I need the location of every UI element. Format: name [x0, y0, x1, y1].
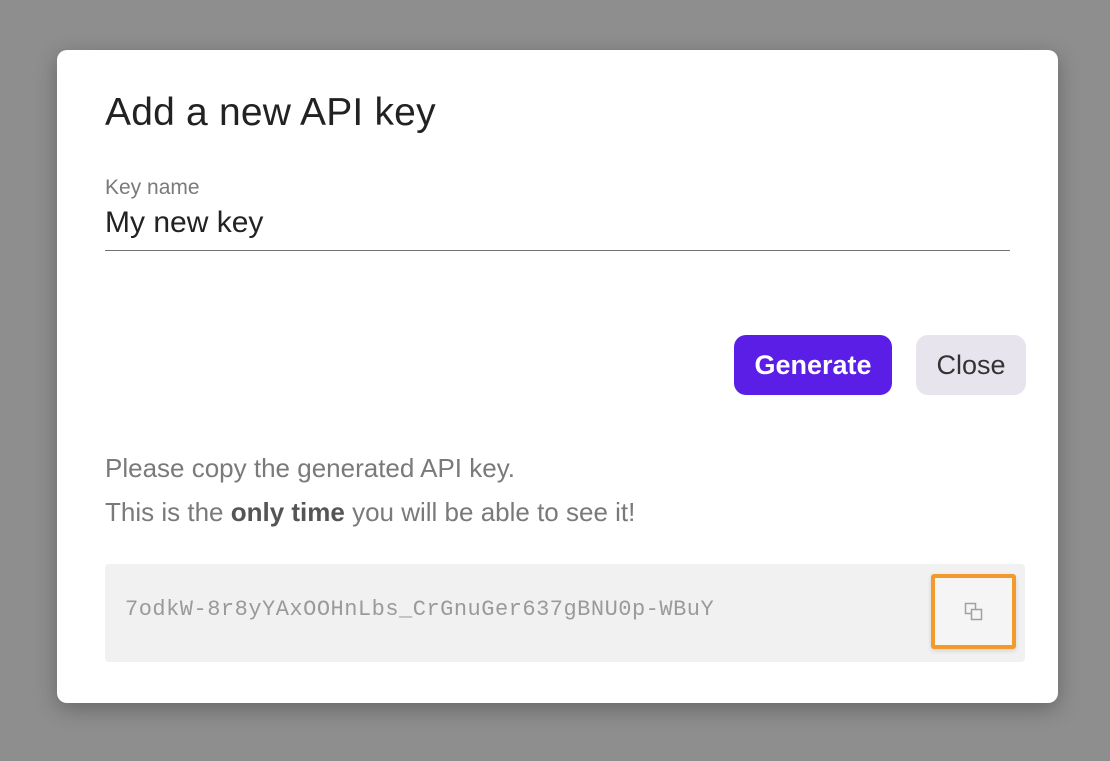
- dialog-actions: Generate Close: [734, 335, 1026, 395]
- warning-line-2: This is the only time you will be able t…: [105, 490, 635, 534]
- generated-key-box: 7odkW-8r8yYAxOOHnLbs_CrGnuGer637gBNU0p-W…: [105, 564, 1025, 662]
- key-name-label: Key name: [105, 176, 200, 199]
- warning-line-2-prefix: This is the: [105, 497, 231, 527]
- close-button[interactable]: Close: [916, 335, 1026, 395]
- copy-key-button[interactable]: [931, 574, 1016, 649]
- key-name-field: Key name: [105, 176, 1010, 251]
- warning-emphasis: only time: [230, 497, 345, 527]
- add-api-key-dialog: Add a new API key Key name Generate Clos…: [57, 50, 1058, 703]
- api-key-warning: Please copy the generated API key. This …: [105, 446, 635, 534]
- key-name-input[interactable]: [105, 206, 1010, 251]
- dialog-title: Add a new API key: [105, 91, 436, 134]
- generated-api-key: 7odkW-8r8yYAxOOHnLbs_CrGnuGer637gBNU0p-W…: [125, 597, 715, 622]
- copy-icon: [964, 602, 984, 622]
- generate-button[interactable]: Generate: [734, 335, 892, 395]
- warning-line-2-suffix: you will be able to see it!: [344, 497, 636, 527]
- warning-line-1: Please copy the generated API key.: [105, 453, 516, 483]
